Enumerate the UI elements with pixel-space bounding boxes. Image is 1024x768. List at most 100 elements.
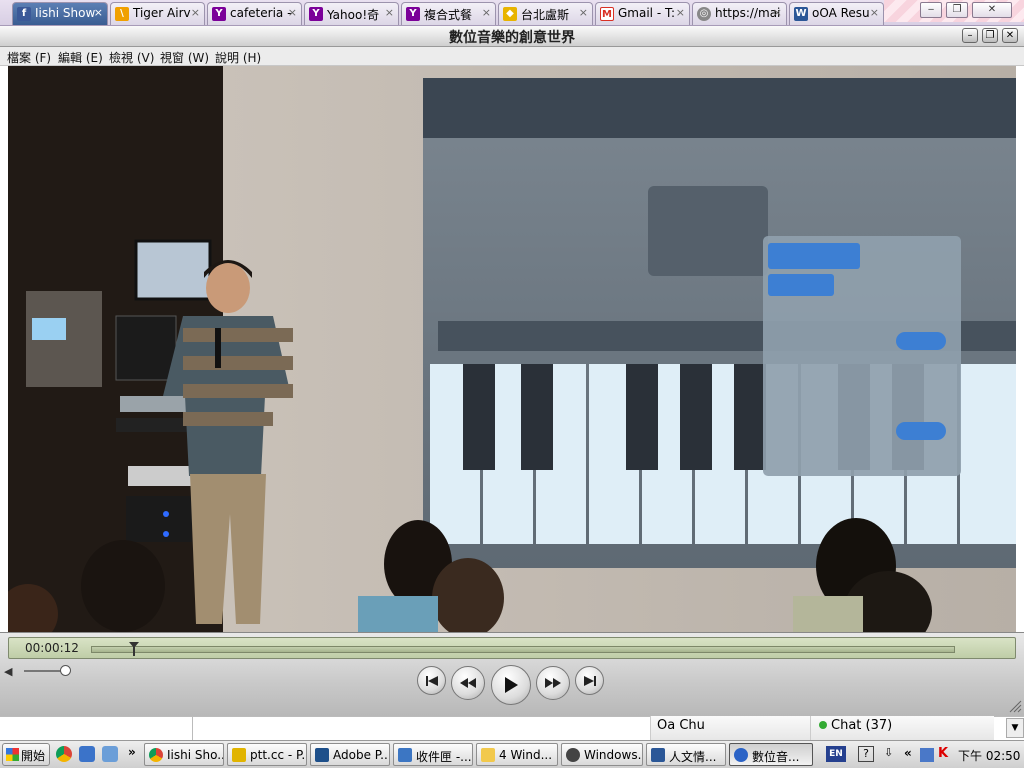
more-icon[interactable]: » <box>128 745 136 759</box>
taskbar-item-label: 收件匣 -... <box>416 750 472 764</box>
tab-word[interactable]: W oOA Resu × <box>789 2 884 25</box>
play-icon <box>505 677 518 693</box>
yahoo-icon: Y <box>212 7 226 21</box>
clock[interactable]: 下午 02:50 <box>958 747 1020 764</box>
tab-restaurant[interactable]: Y 複合式餐 × <box>401 2 496 25</box>
browser-tab-strip: f Iishi Show × \ Tiger Airv × Y cafeteri… <box>0 0 1024 26</box>
word-icon <box>651 748 665 762</box>
chrome-icon <box>149 748 163 762</box>
taskbar-item-label: Iishi Sho... <box>167 748 224 762</box>
restore-icon[interactable]: ❐ <box>982 28 998 43</box>
menu-file[interactable]: 檔案 (F) <box>7 49 51 66</box>
tab-label: oOA Resu <box>812 6 870 20</box>
speaker-icon[interactable]: ◀ <box>4 665 12 678</box>
taskbar-item-ptt[interactable]: ptt.cc - P... <box>227 743 307 766</box>
chrome-icon[interactable] <box>56 746 72 762</box>
tab-facebook[interactable]: f Iishi Show × <box>12 2 108 25</box>
folder-icon <box>481 748 495 762</box>
rewind-button[interactable] <box>451 666 485 700</box>
chevron-down-icon[interactable]: ⇩ <box>884 746 893 759</box>
close-icon[interactable]: × <box>385 6 394 19</box>
antivirus-icon[interactable]: K <box>938 746 948 761</box>
word-icon: W <box>794 7 808 21</box>
minimize-icon[interactable]: ‒ <box>920 2 942 18</box>
start-button[interactable]: 開始 <box>2 743 50 766</box>
close-icon[interactable]: × <box>191 6 200 19</box>
language-indicator[interactable]: EN <box>826 746 846 762</box>
menu-window[interactable]: 視窗 (W) <box>160 49 209 66</box>
help-icon[interactable]: ? <box>858 746 874 762</box>
globe-icon: ◎ <box>697 7 711 21</box>
quicktime-icon <box>734 748 748 762</box>
tab-tiger-airways[interactable]: \ Tiger Airv × <box>110 2 205 25</box>
chat-label: Chat (37) <box>831 718 893 733</box>
minimize-icon[interactable]: – <box>962 28 978 43</box>
close-icon[interactable]: × <box>94 6 103 19</box>
ie-icon[interactable] <box>79 746 95 762</box>
menu-view[interactable]: 檢視 (V) <box>109 49 154 66</box>
playhead-icon[interactable] <box>129 642 140 656</box>
scroll-down-icon[interactable]: ▼ <box>1006 718 1024 738</box>
timeline-display: 00:00:12 <box>8 637 1016 659</box>
yahoo-icon: Y <box>309 7 323 21</box>
taskbar-item-quicktime[interactable]: 數位音... <box>729 743 813 766</box>
windows-logo-icon <box>6 748 19 761</box>
tab-https[interactable]: ◎ https://mai × <box>692 2 787 25</box>
window-title: 數位音樂的創意世界 <box>449 30 575 46</box>
media-player-icon <box>566 748 580 762</box>
video-frame[interactable] <box>8 66 1016 632</box>
chat-button[interactable]: Chat (37) <box>810 716 994 740</box>
taskbar-item-explorer[interactable]: 4 Wind... <box>476 743 558 766</box>
gmail-icon: M <box>600 7 614 21</box>
close-icon[interactable]: × <box>482 6 491 19</box>
current-time: 00:00:12 <box>25 641 79 655</box>
taskbar-item-media-player[interactable]: Windows... <box>561 743 643 766</box>
tab-gmail[interactable]: M Gmail - T: × <box>595 2 690 25</box>
restore-icon[interactable]: ❐ <box>946 2 968 18</box>
tab-label: cafeteria - <box>230 6 292 20</box>
show-desktop-icon[interactable] <box>102 746 118 762</box>
player-controls: 00:00:12 ◀ <box>0 632 1024 716</box>
outlook-icon <box>398 748 412 762</box>
close-icon[interactable]: × <box>579 6 588 19</box>
play-button[interactable] <box>491 665 531 705</box>
resize-grip-icon[interactable] <box>1006 697 1022 713</box>
tab-label: Iishi Show <box>35 6 96 20</box>
close-icon[interactable]: ✕ <box>972 2 1012 18</box>
taskbar-item-label: Adobe P... <box>333 748 390 762</box>
tab-yahoo[interactable]: Y Yahoo!奇 × <box>304 2 399 25</box>
seek-bar[interactable] <box>91 646 955 653</box>
fast-forward-icon <box>545 678 561 688</box>
taskbar-item-word[interactable]: 人文情... <box>646 743 726 766</box>
menu-edit[interactable]: 編輯 (E) <box>58 49 103 66</box>
expand-tray-icon[interactable]: « <box>904 746 912 760</box>
close-icon[interactable]: × <box>676 6 685 19</box>
menu-help[interactable]: 說明 (H) <box>215 49 261 66</box>
taskbar-item-label: 4 Wind... <box>499 748 553 762</box>
tab-taipei[interactable]: ◆ 台北盧斯 × <box>498 2 593 25</box>
taskbar-item-label: 人文情... <box>669 750 717 764</box>
video-scene-illustration <box>8 66 1016 632</box>
contact-name[interactable]: Oa Chu <box>650 716 810 740</box>
pcman-icon <box>232 748 246 762</box>
facebook-icon: f <box>17 7 31 21</box>
close-icon[interactable]: × <box>870 6 879 19</box>
taskbar-item-photoshop[interactable]: Adobe P... <box>310 743 390 766</box>
taskbar-item-chrome[interactable]: Iishi Sho... <box>144 743 224 766</box>
go-to-end-button[interactable] <box>575 666 604 695</box>
taskbar-item-label: ptt.cc - P... <box>250 748 307 762</box>
divider <box>192 716 193 740</box>
menu-bar: 檔案 (F) 編輯 (E) 檢視 (V) 視窗 (W) 說明 (H) <box>0 47 1024 66</box>
go-to-start-button[interactable] <box>417 666 446 695</box>
player-title-bar: 數位音樂的創意世界 – ❐ ✕ <box>0 26 1024 47</box>
network-icon[interactable] <box>920 748 934 762</box>
fast-forward-button[interactable] <box>536 666 570 700</box>
close-icon[interactable]: × <box>288 6 297 19</box>
close-icon[interactable]: × <box>773 6 782 19</box>
volume-slider-knob[interactable] <box>60 665 71 676</box>
taskbar: 開始 » Iishi Sho... ptt.cc - P... Adobe P.… <box>0 740 1024 768</box>
taskbar-item-outlook[interactable]: 收件匣 -... <box>393 743 473 766</box>
close-icon[interactable]: ✕ <box>1002 28 1018 43</box>
taskbar-item-label: Windows... <box>584 748 643 762</box>
tab-cafeteria[interactable]: Y cafeteria - × <box>207 2 302 25</box>
